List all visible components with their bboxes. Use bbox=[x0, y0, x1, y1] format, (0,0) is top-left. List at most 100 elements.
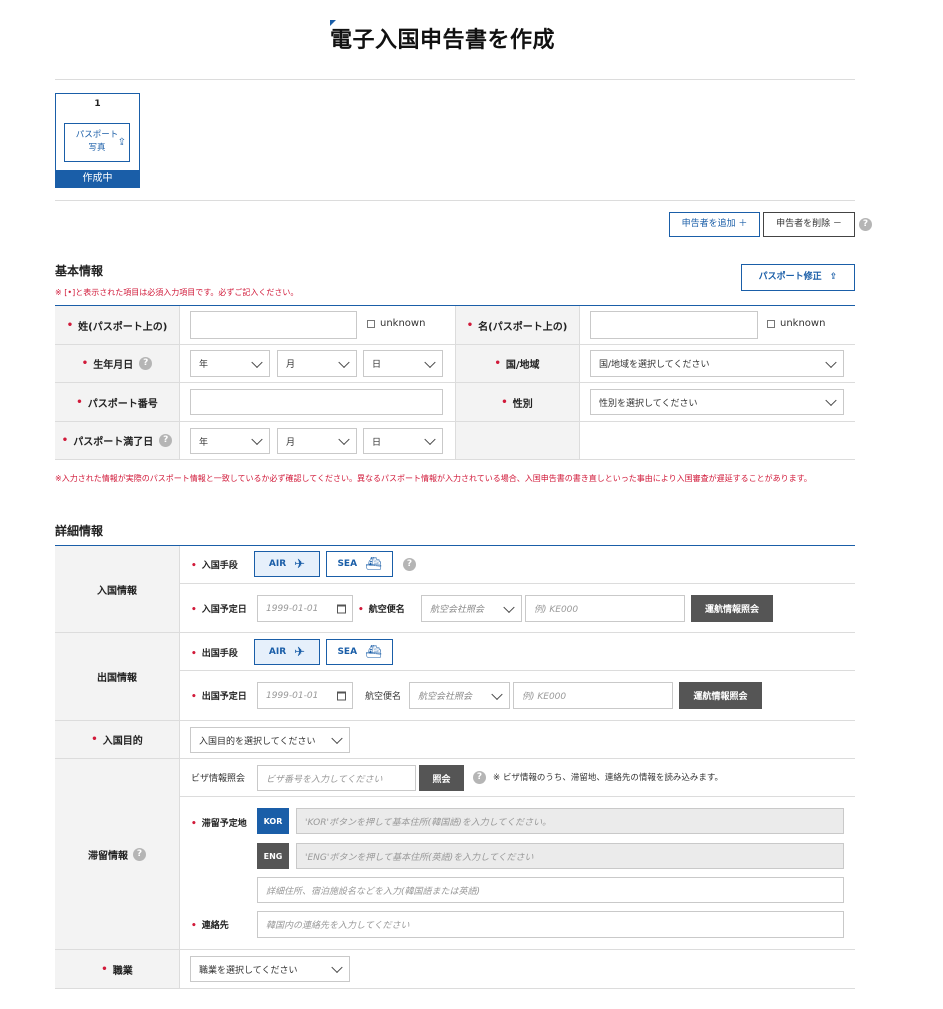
exit-air-button[interactable]: AIR ✈ bbox=[254, 639, 320, 665]
calendar-icon bbox=[337, 604, 346, 613]
exit-means-label: • 出国手段 bbox=[191, 649, 238, 659]
korean-address-input[interactable]: 'KOR'ボタンを押して基本住所(韓国語)を入力してください。 bbox=[296, 808, 844, 834]
empty-label-cell bbox=[455, 422, 579, 459]
exit-airline-select[interactable]: 航空会社照会 bbox=[409, 682, 510, 709]
gender-select[interactable]: 性別を選択してください bbox=[590, 389, 844, 415]
help-icon[interactable]: ? bbox=[473, 771, 486, 784]
entry-air-button[interactable]: AIR ✈ bbox=[254, 551, 320, 577]
expiry-month-select[interactable]: 月 bbox=[277, 428, 357, 454]
help-icon: ? bbox=[159, 434, 173, 447]
birth-date-label: • 生年月日? bbox=[55, 345, 179, 382]
steps-divider bbox=[55, 200, 855, 201]
eng-address-button[interactable]: ENG bbox=[257, 843, 289, 869]
chevron-down-icon bbox=[825, 356, 837, 368]
given-name-input[interactable] bbox=[590, 311, 758, 339]
calendar-icon bbox=[337, 691, 346, 700]
row-divider bbox=[55, 720, 855, 721]
checkbox-icon bbox=[367, 319, 375, 328]
chevron-down-icon bbox=[491, 688, 503, 700]
birth-day-select[interactable]: 日 bbox=[363, 350, 443, 377]
row-divider bbox=[55, 632, 855, 633]
contact-input[interactable]: 韓国内の連絡先を入力してください bbox=[257, 911, 844, 938]
stay-address-label: • 滞留予定地 bbox=[191, 819, 247, 829]
birth-month-select[interactable]: 月 bbox=[277, 350, 357, 377]
help-icon[interactable]: ? bbox=[403, 558, 416, 571]
help-icon: ? bbox=[139, 357, 153, 370]
exit-sea-button[interactable]: SEA ⛴ bbox=[326, 639, 393, 665]
chevron-down-icon bbox=[825, 394, 837, 407]
row-divider bbox=[55, 988, 855, 989]
applicant-step-tab[interactable]: 1 パスポート 写真 ⇪ 作成中 bbox=[55, 93, 140, 188]
add-applicant-button[interactable]: 申告者を追加 ＋ bbox=[669, 212, 760, 237]
entry-flight-lookup-button[interactable]: 運航情報照会 bbox=[691, 595, 773, 622]
exit-flight-input[interactable]: 例) KE000 bbox=[513, 682, 673, 709]
chevron-down-icon bbox=[503, 601, 515, 613]
step-number: 1 bbox=[94, 99, 101, 109]
expiry-year-select[interactable]: 年 bbox=[190, 428, 270, 454]
chevron-down-icon bbox=[331, 961, 343, 974]
english-address-input[interactable]: 'ENG'ボタンを押して基本住所(英語)を入力してください bbox=[296, 843, 844, 869]
airplane-icon: ✈ bbox=[294, 644, 306, 660]
contact-label: • 連絡先 bbox=[191, 921, 229, 931]
chevron-down-icon bbox=[251, 356, 263, 368]
surname-unknown-checkbox[interactable]: unknown bbox=[367, 318, 425, 329]
upload-icon: ⇪ bbox=[117, 137, 126, 148]
row-divider bbox=[179, 583, 855, 584]
passport-number-label: • パスポート番号 bbox=[55, 383, 179, 421]
entry-purpose-select[interactable]: 入国目的を選択してください bbox=[190, 727, 350, 753]
chevron-down-icon bbox=[338, 433, 350, 446]
row-divider bbox=[55, 758, 855, 759]
remove-applicant-button[interactable]: 申告者を削除 － bbox=[763, 212, 855, 237]
ship-icon: ⛴ bbox=[365, 644, 382, 660]
exit-flight-lookup-button[interactable]: 運航情報照会 bbox=[679, 682, 762, 709]
page-title: 電子入国申告書を作成 bbox=[330, 28, 556, 53]
gender-label: • 性別 bbox=[455, 383, 579, 421]
entry-flight-input[interactable]: 例) KE000 bbox=[525, 595, 685, 622]
birth-year-select[interactable]: 年 bbox=[190, 350, 270, 377]
job-label: • 職業 bbox=[55, 950, 179, 988]
visa-lookup-button[interactable]: 照会 bbox=[419, 765, 464, 791]
entry-date-input[interactable]: 1999-01-01 bbox=[257, 595, 353, 622]
help-icon[interactable]: ? bbox=[859, 218, 872, 231]
exit-date-label: • 出国予定日 bbox=[191, 692, 247, 702]
entry-date-label: • 入国予定日 bbox=[191, 605, 247, 615]
surname-label: • 姓(パスポート上の) bbox=[55, 306, 179, 344]
entry-sea-button[interactable]: SEA ⛴ bbox=[326, 551, 393, 577]
passport-edit-button[interactable]: パスポート修正 ⇪ bbox=[741, 264, 855, 291]
row-divider bbox=[55, 459, 855, 460]
kor-address-button[interactable]: KOR bbox=[257, 808, 289, 834]
chevron-down-icon bbox=[424, 433, 436, 446]
title-divider bbox=[55, 79, 855, 80]
row-divider bbox=[55, 949, 855, 950]
visa-note: ※ ビザ情報のうち、滞留地、連絡先の情報を読み込みます。 bbox=[493, 773, 723, 783]
surname-input[interactable] bbox=[190, 311, 357, 339]
col-divider bbox=[179, 546, 180, 988]
chevron-down-icon bbox=[338, 356, 350, 368]
visa-number-input[interactable]: ビザ番号を入力してください bbox=[257, 765, 416, 791]
passport-photo-upload-button[interactable]: パスポート 写真 ⇪ bbox=[64, 123, 130, 162]
chevron-down-icon bbox=[331, 732, 343, 745]
entry-flight-label: • 航空便名 bbox=[358, 605, 405, 615]
help-icon: ? bbox=[133, 847, 146, 861]
given-name-unknown-checkbox[interactable]: unknown bbox=[767, 318, 825, 329]
expiry-day-select[interactable]: 日 bbox=[363, 428, 443, 454]
upload-icon: ⇪ bbox=[829, 272, 838, 282]
passport-edit-label: パスポート修正 bbox=[758, 272, 822, 282]
chevron-down-icon bbox=[251, 433, 263, 446]
entry-airline-select[interactable]: 航空会社照会 bbox=[421, 595, 522, 622]
ship-icon: ⛴ bbox=[365, 556, 382, 572]
detail-address-input[interactable]: 詳細住所、宿泊施設名などを入力(韓国語または英語) bbox=[257, 877, 844, 903]
step-status-badge: 作成中 bbox=[55, 170, 140, 188]
passport-photo-label: パスポート 写真 bbox=[75, 130, 119, 153]
detail-info-title: 詳細情報 bbox=[55, 524, 104, 538]
entry-info-label: 入国情報 bbox=[55, 546, 179, 632]
visa-lookup-label: ビザ情報照会 bbox=[191, 774, 246, 784]
country-label: • 国/地域 bbox=[455, 345, 579, 382]
stay-info-label: 滞留情報? bbox=[55, 759, 179, 949]
job-select[interactable]: 職業を選択してください bbox=[190, 956, 350, 982]
exit-date-input[interactable]: 1999-01-01 bbox=[257, 682, 353, 709]
country-select[interactable]: 国/地域を選択してください bbox=[590, 350, 844, 377]
passport-warning-note: ※入力された情報が実際のパスポート情報と一致しているか必ず確認してください。異な… bbox=[55, 474, 812, 483]
passport-number-input[interactable] bbox=[190, 389, 443, 415]
col-divider bbox=[579, 306, 580, 459]
